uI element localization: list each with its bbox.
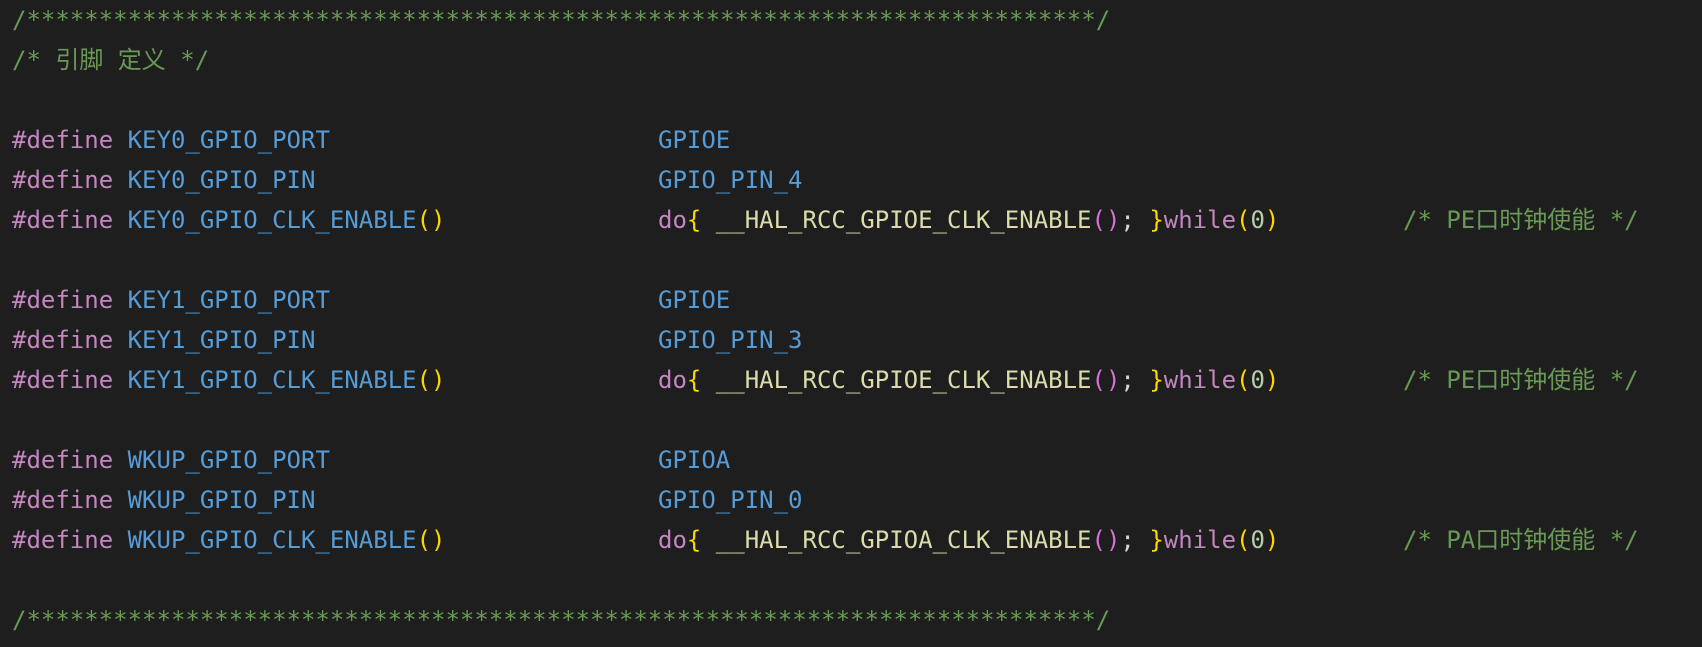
while-keyword: while	[1163, 366, 1237, 394]
footer-separator-comment: /***************************************…	[12, 606, 1111, 634]
while-paren-close: )	[1264, 526, 1280, 554]
brace-close: }	[1149, 206, 1164, 234]
define-keyword: #define	[12, 206, 114, 234]
brace-open: {	[686, 526, 702, 554]
macro-body: do{ __HAL_RCC_GPIOA_CLK_ENABLE(); }while…	[658, 520, 1279, 560]
semicolon: ;	[1120, 206, 1150, 234]
macro-name: WKUP_GPIO_CLK_ENABLE	[127, 526, 417, 554]
while-keyword: while	[1163, 526, 1237, 554]
macro-value: GPIOE	[658, 286, 731, 314]
while-paren-close: )	[1264, 206, 1280, 234]
macro-body: do{ __HAL_RCC_GPIOE_CLK_ENABLE(); }while…	[658, 360, 1279, 400]
while-argument: 0	[1250, 526, 1265, 554]
do-keyword: do	[658, 206, 687, 234]
brace-close: }	[1149, 526, 1164, 554]
call-parens: ()	[1091, 526, 1121, 554]
define-keyword: #define	[12, 326, 114, 354]
clock-comment: /* PE口时钟使能 */	[1403, 366, 1639, 394]
hal-function-call: __HAL_RCC_GPIOE_CLK_ENABLE	[701, 366, 1092, 394]
while-paren-open: (	[1236, 366, 1251, 394]
macro-name: KEY1_GPIO_CLK_ENABLE	[127, 366, 417, 394]
code-line-key0-pin: #define KEY0_GPIO_PIN	[12, 160, 315, 200]
while-argument: 0	[1250, 366, 1265, 394]
define-keyword: #define	[12, 366, 114, 394]
code-line-wkup-clk: #define WKUP_GPIO_CLK_ENABLE()	[12, 520, 446, 560]
while-paren-open: (	[1236, 206, 1251, 234]
semicolon: ;	[1120, 526, 1150, 554]
macro-name: KEY0_GPIO_PIN	[127, 166, 316, 194]
code-editor[interactable]: /***************************************…	[0, 0, 1702, 647]
code-line-key1-clk: #define KEY1_GPIO_CLK_ENABLE()	[12, 360, 446, 400]
semicolon: ;	[1120, 366, 1150, 394]
macro-name: KEY1_GPIO_PORT	[127, 286, 330, 314]
macro-params: ()	[416, 526, 446, 554]
call-parens: ()	[1091, 366, 1121, 394]
do-keyword: do	[658, 526, 687, 554]
macro-value: GPIO_PIN_3	[658, 326, 803, 354]
macro-name: KEY0_GPIO_CLK_ENABLE	[127, 206, 417, 234]
define-keyword: #define	[12, 526, 114, 554]
brace-open: {	[686, 366, 702, 394]
macro-name: KEY1_GPIO_PIN	[127, 326, 316, 354]
section-comment: /* 引脚 定义 */	[12, 46, 210, 74]
clock-comment: /* PA口时钟使能 */	[1403, 526, 1639, 554]
hal-function-call: __HAL_RCC_GPIOA_CLK_ENABLE	[701, 526, 1092, 554]
header-separator-comment: /***************************************…	[12, 6, 1111, 34]
macro-value: GPIOE	[658, 126, 731, 154]
while-paren-close: )	[1264, 366, 1280, 394]
code-line-key1-port: #define KEY1_GPIO_PORT	[12, 280, 330, 320]
code-line-key1-pin: #define KEY1_GPIO_PIN	[12, 320, 315, 360]
while-argument: 0	[1250, 206, 1265, 234]
define-keyword: #define	[12, 286, 114, 314]
macro-name: KEY0_GPIO_PORT	[127, 126, 330, 154]
call-parens: ()	[1091, 206, 1121, 234]
brace-open: {	[686, 206, 702, 234]
brace-close: }	[1149, 366, 1164, 394]
macro-value: GPIO_PIN_4	[658, 166, 803, 194]
define-keyword: #define	[12, 486, 114, 514]
do-keyword: do	[658, 366, 687, 394]
clock-comment: /* PE口时钟使能 */	[1403, 206, 1639, 234]
while-paren-open: (	[1236, 526, 1251, 554]
define-keyword: #define	[12, 166, 114, 194]
code-line-key0-clk: #define KEY0_GPIO_CLK_ENABLE()	[12, 200, 446, 240]
code-line-wkup-port: #define WKUP_GPIO_PORT	[12, 440, 330, 480]
macro-value: GPIO_PIN_0	[658, 486, 803, 514]
macro-name: WKUP_GPIO_PORT	[127, 446, 330, 474]
code-line-wkup-pin: #define WKUP_GPIO_PIN	[12, 480, 315, 520]
code-line-key0-port: #define KEY0_GPIO_PORT	[12, 120, 330, 160]
define-keyword: #define	[12, 126, 114, 154]
while-keyword: while	[1163, 206, 1237, 234]
hal-function-call: __HAL_RCC_GPIOE_CLK_ENABLE	[701, 206, 1092, 234]
macro-body: do{ __HAL_RCC_GPIOE_CLK_ENABLE(); }while…	[658, 200, 1279, 240]
define-keyword: #define	[12, 446, 114, 474]
macro-params: ()	[416, 366, 446, 394]
macro-name: WKUP_GPIO_PIN	[127, 486, 316, 514]
macro-params: ()	[416, 206, 446, 234]
macro-value: GPIOA	[658, 446, 731, 474]
